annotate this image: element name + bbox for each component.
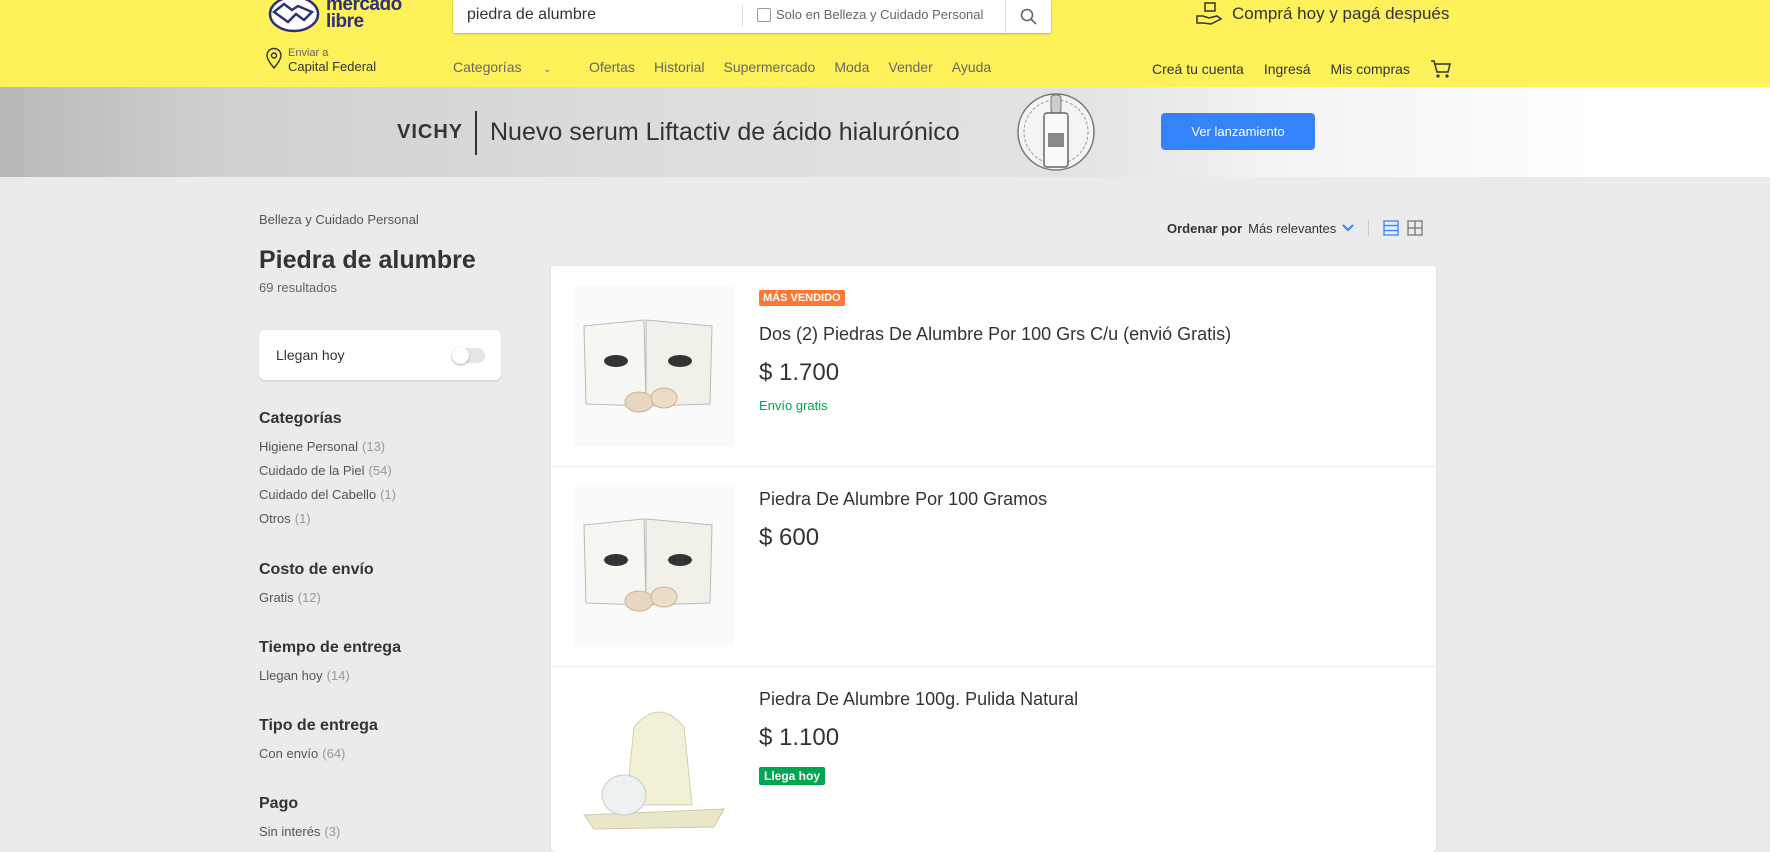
search-button[interactable] xyxy=(1006,0,1051,33)
arrive-today-toggle[interactable] xyxy=(452,347,485,364)
filter-title: Costo de envío xyxy=(259,561,374,578)
filter-title: Categorías xyxy=(259,410,342,427)
breadcrumb[interactable]: Belleza y Cuidado Personal xyxy=(259,212,419,227)
divider xyxy=(742,5,743,27)
location-pin-icon xyxy=(266,47,282,69)
filter-item-gratis[interactable]: Gratis (12) xyxy=(259,589,374,613)
product-price: $ 600 xyxy=(759,524,820,551)
nav-vender[interactable]: Vender xyxy=(888,59,932,75)
best-seller-badge: MÁS VENDIDO xyxy=(759,290,845,306)
filter-item-con-envio[interactable]: Con envío (64) xyxy=(259,745,378,769)
main-nav: Categorías ⌄ Ofertas Historial Supermerca… xyxy=(453,59,1010,75)
sort-control: Ordenar por Más relevantes xyxy=(1167,220,1423,236)
promo-link[interactable]: Comprá hoy y pagá después xyxy=(1195,2,1449,26)
nav-historial[interactable]: Historial xyxy=(654,59,705,75)
filter-item-piel[interactable]: Cuidado de la Piel (54) xyxy=(259,462,396,486)
filter-title: Tipo de entrega xyxy=(259,717,378,734)
hand-money-icon xyxy=(1196,2,1223,25)
divider xyxy=(1368,220,1370,236)
chevron-down-icon: ⌄ xyxy=(543,64,552,74)
arrive-today-filter: Llegan hoy xyxy=(259,330,501,380)
chevron-down-icon[interactable] xyxy=(1342,224,1354,232)
banner-title: Nuevo serum Liftactiv de ácido hialuróni… xyxy=(490,118,960,146)
banner-brand: VICHY xyxy=(397,121,464,143)
sort-dropdown[interactable]: Más relevantes xyxy=(1248,221,1336,236)
login-link[interactable]: Ingresá xyxy=(1264,61,1311,77)
category-filter-checkbox[interactable]: Solo en Belleza y Cuidado Personal xyxy=(757,7,983,22)
product-price: $ 1.100 xyxy=(759,724,840,751)
cart-icon[interactable] xyxy=(1430,59,1452,79)
nav-ayuda[interactable]: Ayuda xyxy=(952,59,991,75)
results-list: MÁS VENDIDO Dos (2) Piedras De Alumbre P… xyxy=(551,266,1436,852)
product-title[interactable]: Piedra De Alumbre 100g. Pulida Natural xyxy=(759,689,1078,710)
promo-banner[interactable]: VICHY Nuevo serum Liftactiv de ácido hia… xyxy=(0,87,1770,177)
product-image-bag[interactable] xyxy=(574,687,734,847)
my-purchases-link[interactable]: Mis compras xyxy=(1331,61,1410,77)
view-launch-button[interactable]: Ver lanzamiento xyxy=(1161,113,1315,150)
nav-moda[interactable]: Moda xyxy=(834,59,869,75)
logo-text: mercado libre xyxy=(326,0,402,32)
promo-text: Comprá hoy y pagá después xyxy=(1232,4,1450,23)
header: mercado libre Solo en Belleza y Cuidado … xyxy=(0,0,1770,87)
product-title[interactable]: Piedra De Alumbre Por 100 Gramos xyxy=(759,489,1047,510)
page-title: Piedra de alumbre xyxy=(259,246,476,274)
list-item[interactable]: MÁS VENDIDO Dos (2) Piedras De Alumbre P… xyxy=(551,266,1436,467)
arrives-today-badge: Llega hoy xyxy=(759,767,826,785)
category-filter-label: Solo en Belleza y Cuidado Personal xyxy=(776,7,984,22)
filter-item-otros[interactable]: Otros (1) xyxy=(259,510,396,534)
search-input[interactable] xyxy=(467,0,767,30)
mercado-libre-logo[interactable]: mercado libre xyxy=(266,0,406,34)
list-item[interactable]: Piedra De Alumbre Por 100 Gramos $ 600 xyxy=(551,467,1436,667)
arrive-today-label: Llegan hoy xyxy=(276,347,345,363)
grid-view-icon[interactable] xyxy=(1407,220,1423,236)
filter-payment: Pago Sin interés (3) xyxy=(259,795,340,847)
filter-item-llegan-hoy[interactable]: Llegan hoy (14) xyxy=(259,667,401,691)
results-count: 69 resultados xyxy=(259,280,338,295)
product-price: $ 1.700 xyxy=(759,359,840,386)
nav-ofertas[interactable]: Ofertas xyxy=(589,59,635,75)
nav-categorias[interactable]: Categorías ⌄ xyxy=(453,59,570,75)
sort-label: Ordenar por xyxy=(1167,220,1243,236)
list-item[interactable]: Piedra De Alumbre 100g. Pulida Natural $… xyxy=(551,667,1436,852)
serum-bottle-image xyxy=(1017,93,1095,171)
list-view-icon[interactable] xyxy=(1383,220,1399,236)
product-title[interactable]: Dos (2) Piedras De Alumbre Por 100 Grs C… xyxy=(759,324,1231,345)
divider xyxy=(475,111,477,155)
user-nav: Creá tu cuenta Ingresá Mis compras xyxy=(1152,59,1452,79)
filter-shipping-cost: Costo de envío Gratis (12) xyxy=(259,561,374,613)
product-image-box[interactable] xyxy=(574,286,734,446)
handshake-logo-icon xyxy=(268,0,320,33)
nav-supermercado[interactable]: Supermercado xyxy=(724,59,816,75)
filter-categories: Categorías Higiene Personal (13) Cuidado … xyxy=(259,410,396,534)
filter-delivery-time: Tiempo de entrega Llegan hoy (14) xyxy=(259,639,401,691)
create-account-link[interactable]: Creá tu cuenta xyxy=(1152,61,1244,77)
filter-item-sin-interes[interactable]: Sin interés (3) xyxy=(259,823,340,847)
filter-item-higiene[interactable]: Higiene Personal (13) xyxy=(259,438,396,462)
free-shipping-label: Envío gratis xyxy=(759,398,828,413)
filter-item-cabello[interactable]: Cuidado del Cabello (1) xyxy=(259,486,396,510)
toggle-knob xyxy=(452,347,469,364)
filter-title: Tiempo de entrega xyxy=(259,639,401,656)
search-bar: Solo en Belleza y Cuidado Personal xyxy=(453,0,1051,33)
checkbox-icon[interactable] xyxy=(757,7,771,22)
product-image-box[interactable] xyxy=(574,485,734,645)
location-value: Capital Federal xyxy=(288,59,377,74)
filter-title: Pago xyxy=(259,795,299,812)
search-icon xyxy=(1020,8,1037,25)
filter-delivery-type: Tipo de entrega Con envío (64) xyxy=(259,717,378,769)
location-selector[interactable]: Enviar a Capital Federal xyxy=(265,47,376,73)
